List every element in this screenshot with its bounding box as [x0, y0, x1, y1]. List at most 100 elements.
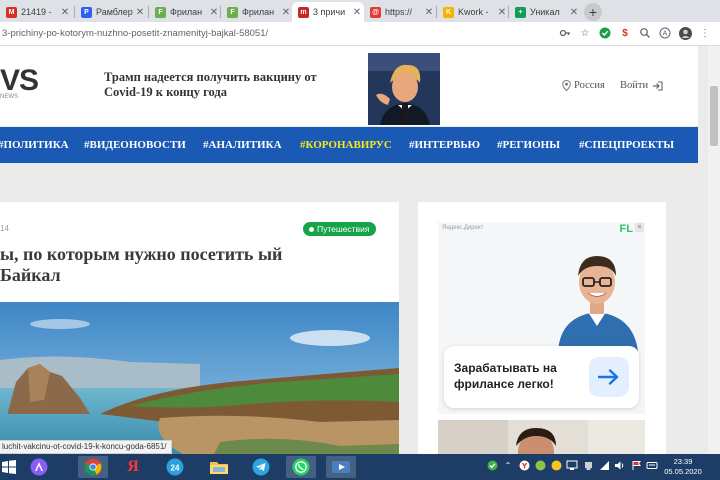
browser-tab-active[interactable]: m 3 причи ✕ [292, 2, 364, 22]
nav-item-special-projects[interactable]: #СПЕЦПРОЕКТЫ [579, 127, 674, 163]
region-label: Россия [574, 80, 605, 91]
article-image[interactable] [0, 302, 399, 454]
tab-close-icon[interactable]: ✕ [279, 7, 293, 18]
location-pin-icon [562, 80, 571, 91]
article-title: ы, по которым нужно посетить ый Байкал [0, 244, 283, 285]
news-icon: m [298, 6, 309, 18]
taskbar-telegram-app[interactable] [246, 456, 276, 478]
tab-close-icon[interactable]: ✕ [422, 7, 436, 18]
nav-item-analytics[interactable]: #АНАЛИТИКА [203, 127, 282, 163]
tray-usb-icon[interactable] [582, 459, 594, 471]
login-link[interactable]: Войти [620, 80, 663, 91]
browser-menu-icon[interactable]: ⋮ [698, 26, 712, 40]
new-tab-button[interactable]: + [584, 3, 602, 21]
tray-keyboard-icon[interactable] [646, 459, 658, 471]
tab-close-icon[interactable]: ✕ [58, 7, 72, 18]
tab-close-icon[interactable]: ✕ [567, 7, 581, 18]
tray-network-icon[interactable] [566, 459, 578, 471]
profile-avatar-icon[interactable] [678, 26, 692, 40]
ad-close-icon[interactable]: × [635, 223, 644, 232]
taskbar-clock[interactable]: 23:39 05.05.2020 [660, 457, 706, 477]
nav-item-politics[interactable]: #ПОЛИТИКА [0, 127, 69, 163]
browser-tab[interactable]: + Уникал ✕ [509, 2, 581, 22]
login-label: Войти [620, 80, 649, 91]
tray-yandex-disk-icon[interactable] [518, 459, 530, 471]
advertisement-banner[interactable]: Яндекс.Директ FL × Зарабатывать на фрила… [438, 222, 645, 414]
taskbar-yandex-app[interactable]: Я [118, 456, 148, 478]
tab-close-icon[interactable]: ✕ [495, 7, 509, 18]
tray-volume-icon[interactable] [614, 459, 626, 471]
whatsapp-icon [292, 458, 310, 476]
site-logo[interactable]: VS [0, 64, 39, 98]
taskbar-chrome-app[interactable] [78, 456, 108, 478]
clock-date: 05.05.2020 [664, 467, 702, 476]
taskbar-explorer-app[interactable] [204, 456, 234, 478]
tray-chevron-up-icon[interactable]: ⌃ [502, 459, 514, 471]
category-badge[interactable]: Путешествия [303, 222, 377, 236]
browser-tab[interactable]: M 21419 - ✕ [0, 2, 72, 22]
tab-title: Уникал [530, 7, 560, 17]
nav-item-coronavirus[interactable]: #КОРОНАВИРУС [300, 127, 392, 163]
tab-title: Фрилан [170, 7, 203, 17]
page-scrollbar[interactable] [708, 46, 720, 454]
extension-search-icon[interactable] [638, 26, 652, 40]
tray-antivirus-icon[interactable] [534, 459, 546, 471]
ad-brand-logo: FL [619, 223, 633, 235]
extension-letter-icon[interactable]: A [658, 26, 672, 40]
ad-cta-panel[interactable]: Зарабатывать на фрилансе легко! [444, 346, 639, 408]
taskbar-media-app[interactable] [326, 456, 356, 478]
rambler-icon: Р [81, 6, 92, 18]
article-date: 14 [0, 224, 9, 233]
badge-dot-icon [309, 226, 314, 232]
tab-close-icon[interactable]: ✕ [350, 7, 364, 18]
tray-app-icon[interactable] [550, 459, 562, 471]
kwork-icon: K [443, 6, 454, 18]
nav-item-regions[interactable]: #РЕГИОНЫ [497, 127, 560, 163]
clock-time: 23:39 [673, 457, 693, 466]
browser-tab[interactable]: F Фрилан ✕ [221, 2, 293, 22]
nav-item-interview[interactable]: #ИНТЕРВЬЮ [409, 127, 480, 163]
tray-check-icon[interactable] [486, 459, 498, 471]
extension-dollar-icon[interactable]: $ [618, 26, 632, 40]
chrome-icon [84, 458, 102, 476]
tab-title: Kwork - [458, 7, 489, 17]
freelance-icon: F [155, 6, 166, 18]
url-text[interactable]: 3-prichiny-po-kotorym-nuzhno-posetit-zna… [2, 28, 268, 39]
key-icon[interactable] [558, 26, 572, 40]
tab-title: Фрилан [242, 7, 275, 17]
header-news-link[interactable]: Трамп надеется получить вакцину от Covid… [104, 70, 344, 100]
bookmark-star-icon[interactable]: ☆ [578, 26, 592, 40]
browser-tab[interactable]: Р Рамблер ✕ [75, 2, 147, 22]
media-player-icon [332, 461, 350, 473]
browser-tab[interactable]: K Kwork - ✕ [437, 2, 509, 22]
yandex-browser-icon: Я [127, 458, 139, 475]
freelance-icon: F [227, 6, 238, 18]
login-arrow-icon [653, 80, 663, 91]
tab-close-icon[interactable]: ✕ [133, 7, 147, 18]
taskbar-alice-app[interactable] [24, 456, 54, 478]
extension-check-icon[interactable] [598, 26, 612, 40]
header-news-photo[interactable] [368, 53, 440, 125]
start-button[interactable] [0, 456, 18, 478]
app-24-icon: 24 [166, 458, 184, 476]
category-label: Путешествия [317, 224, 370, 234]
tray-signal-icon[interactable] [598, 459, 610, 471]
windows-taskbar: Я 24 ⌃ 23:39 05.05.2020 [0, 454, 720, 480]
browser-tab[interactable]: @ https:// ✕ [364, 2, 436, 22]
sheets-icon: + [515, 6, 526, 18]
main-navigation: #ПОЛИТИКА #ВИДЕОНОВОСТИ #АНАЛИТИКА #КОРО… [0, 127, 698, 163]
tray-flag-icon[interactable] [630, 459, 642, 471]
tab-close-icon[interactable]: ✕ [207, 7, 221, 18]
site-header: VS NEWS Трамп надеется получить вакцину … [0, 46, 698, 126]
nav-item-videonews[interactable]: #ВИДЕОНОВОСТИ [84, 127, 186, 163]
address-bar[interactable]: 3-prichiny-po-kotorym-nuzhno-posetit-zna… [0, 22, 720, 46]
scrollbar-thumb[interactable] [710, 86, 718, 146]
region-selector[interactable]: Россия [562, 80, 605, 91]
advertisement-banner-second[interactable] [438, 420, 645, 454]
browser-tab[interactable]: F Фрилан ✕ [149, 2, 221, 22]
tab-title: Рамблер [96, 7, 133, 17]
taskbar-app-24[interactable]: 24 [160, 456, 190, 478]
taskbar-whatsapp-app[interactable] [286, 456, 316, 478]
browser-tab-strip: M 21419 - ✕ Р Рамблер ✕ F Фрилан ✕ F Фри… [0, 0, 720, 22]
ad-arrow-button[interactable] [589, 357, 629, 397]
